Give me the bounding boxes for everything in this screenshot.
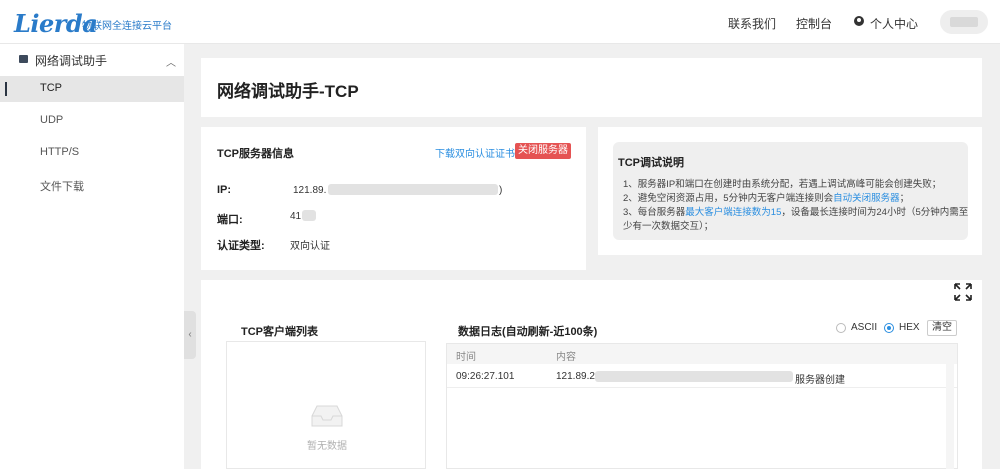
notes-line-4: 少有一次数据交互）； (623, 221, 714, 232)
ip-label: IP: (217, 184, 232, 196)
format-hex-radio[interactable] (884, 323, 894, 333)
download-cert-link[interactable]: 下载双向认证证书 (435, 145, 515, 160)
nav-console-link[interactable]: 控制台 (796, 15, 832, 32)
empty-inbox-icon (311, 405, 343, 427)
top-header: Lierda 物联网全连接云平台 联系我们 控制台 个人中心 (0, 0, 1000, 44)
brand-subtitle: 物联网全连接云平台 (82, 21, 172, 32)
sidebar-item-label: TCP (40, 82, 62, 94)
auth-type-label: 认证类型: (217, 240, 265, 252)
sidebar-item-label: UDP (40, 114, 64, 126)
notes-title: TCP调试说明 (618, 157, 684, 169)
notes-line-2: 2、避免空闲资源占用，5分钟内无客户端连接则会自动关闭服务器； (623, 193, 910, 204)
server-info-title: TCP服务器信息 (217, 148, 294, 160)
port-redacted (302, 210, 316, 221)
nav-contact-link[interactable]: 联系我们 (728, 15, 776, 32)
empty-state-text: 暂无数据 (307, 441, 347, 452)
sidebar-item-label: 文件下载 (40, 181, 84, 193)
ip-value-suffix: ) (499, 185, 503, 196)
log-row-content-redacted (595, 371, 793, 382)
monitor-icon (19, 55, 28, 63)
log-table-header (447, 344, 957, 364)
format-ascii-label[interactable]: ASCII (851, 322, 877, 333)
notes-line-1: 1、服务器IP和端口在创建时由系统分配，若遇上调试高峰可能会创建失败； (623, 179, 942, 190)
chevron-up-icon[interactable]: ︿ (166, 54, 176, 69)
sidebar-item-label: HTTP/S (40, 146, 80, 158)
port-value-prefix: 41 (290, 211, 302, 222)
data-log-title: 数据日志(自动刷新-近100条) (458, 326, 598, 338)
notes-line-3: 3、每台服务器最大客户端连接数为15，设备最长连接时间为24小时（5分钟内需至 (623, 207, 969, 218)
clear-log-button[interactable]: 清空 (927, 320, 957, 336)
sidebar-item-udp[interactable]: UDP (0, 108, 184, 134)
log-row-content-prefix: 121.89.2 (556, 371, 595, 382)
auth-type-value: 双向认证 (290, 241, 330, 252)
sidebar-group-network-debug[interactable]: 网络调试助手 ︿ (0, 44, 184, 74)
ip-redacted (328, 184, 498, 195)
column-header-content: 内容 (556, 352, 576, 363)
log-scrollbar[interactable] (946, 364, 954, 469)
sidebar-item-tcp[interactable]: TCP (0, 76, 184, 102)
sidebar-item-file-download[interactable]: 文件下载 (0, 172, 184, 198)
ip-value-prefix: 121.89. (293, 185, 327, 196)
log-row-divider (447, 387, 957, 388)
sidebar: 网络调试助手 ︿ TCP UDP HTTP/S 文件下载 (0, 44, 184, 469)
format-hex-label[interactable]: HEX (899, 322, 920, 333)
client-list-title: TCP客户端列表 (241, 326, 318, 338)
close-server-button[interactable]: 关闭服务器 (515, 143, 571, 159)
auto-close-link[interactable]: 自动关闭服务器 (833, 193, 900, 204)
sidebar-item-https[interactable]: HTTP/S (0, 140, 184, 166)
user-icon[interactable] (854, 16, 864, 26)
log-row-time: 09:26:27.101 (456, 371, 515, 382)
sidebar-collapse-button[interactable]: ‹ (184, 311, 196, 359)
nav-profile-link[interactable]: 个人中心 (870, 15, 918, 32)
max-clients-link[interactable]: 最大客户端连接数为15 (685, 207, 781, 218)
log-row-content-suffix: 服务器创建 (795, 375, 845, 386)
column-header-time: 时间 (456, 352, 476, 363)
fullscreen-icon[interactable] (954, 283, 972, 301)
page-title: 网络调试助手-TCP (217, 82, 359, 101)
port-label: 端口: (217, 214, 243, 226)
format-ascii-radio[interactable] (836, 323, 846, 333)
sidebar-group-label: 网络调试助手 (35, 54, 108, 68)
account-avatar[interactable] (940, 10, 988, 34)
